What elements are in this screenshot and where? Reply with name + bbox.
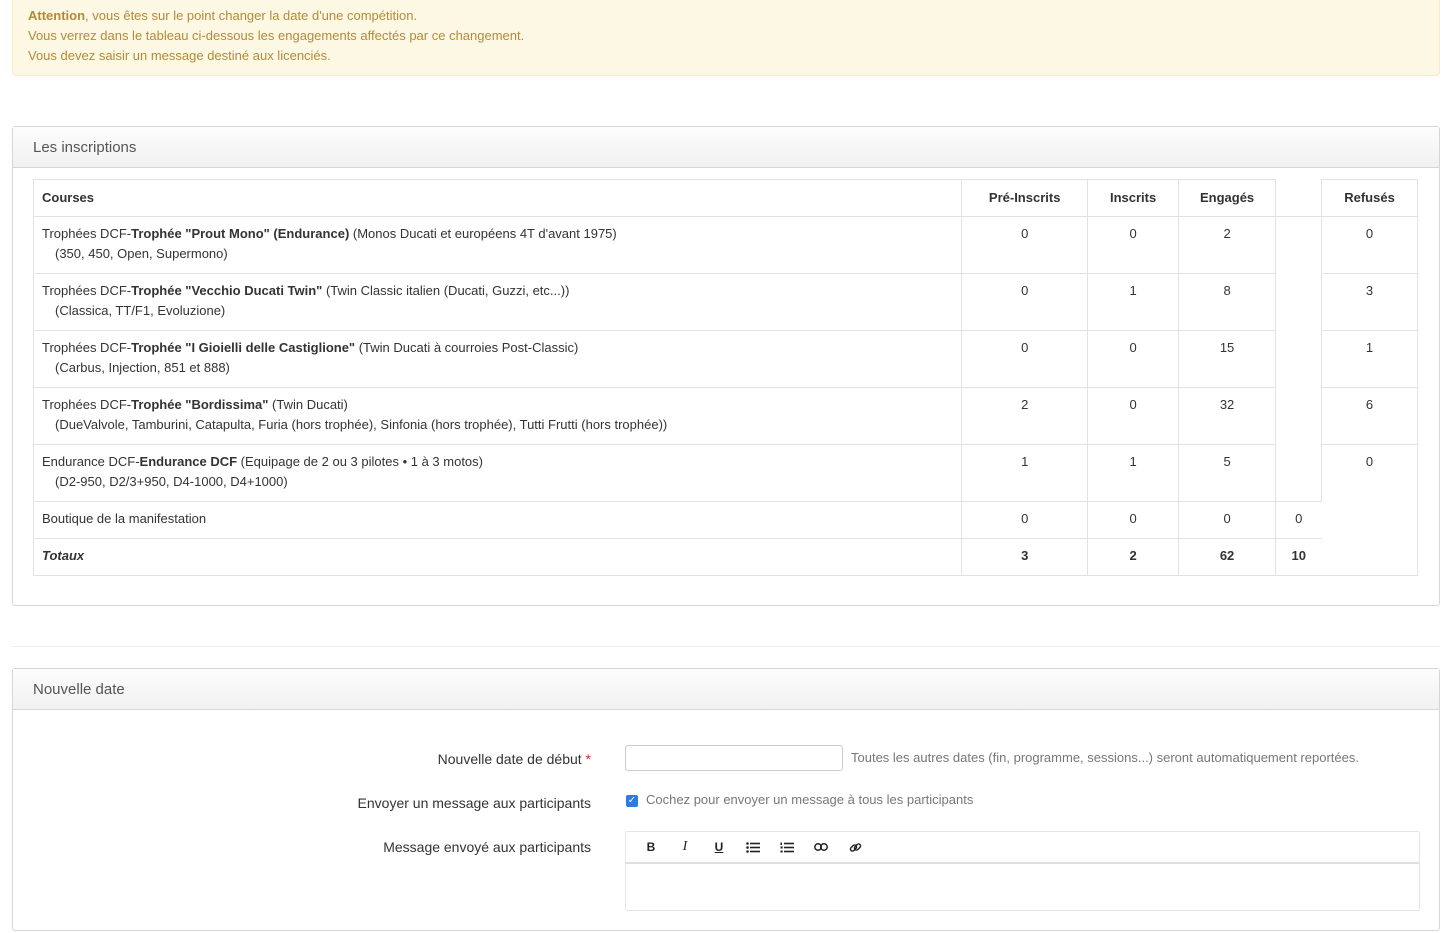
total-engages: 62 <box>1178 538 1277 576</box>
inscrits-cell: 0 <box>1087 501 1180 539</box>
course-cell: Trophées DCF-Trophée "Vecchio Ducati Twi… <box>32 273 963 331</box>
course-cell: Trophées DCF-Trophée "Prout Mono" (Endur… <box>32 216 963 274</box>
required-mark: * <box>585 751 591 767</box>
engages-cell: 0 <box>1178 501 1277 539</box>
table-row: Trophées DCF-Trophée "I Gioielli delle C… <box>32 330 1418 388</box>
engages-cell: 8 <box>1178 273 1277 331</box>
blank-cell <box>1275 330 1323 388</box>
engages-cell: 32 <box>1178 387 1277 445</box>
pre-inscrits-cell: 0 <box>961 330 1089 388</box>
italic-button[interactable]: I <box>668 834 702 860</box>
course-cell: Boutique de la manifestation <box>32 501 963 539</box>
link-icon[interactable] <box>804 834 838 860</box>
inscrits-cell: 1 <box>1087 444 1180 502</box>
inscriptions-panel-title: Les inscriptions <box>13 127 1439 168</box>
refuses-cell: 0 <box>1321 444 1418 502</box>
pre-inscrits-cell: 1 <box>961 444 1089 502</box>
message-editor-body[interactable] <box>626 864 1419 910</box>
alert-line-1: Attention, vous êtes sur le point change… <box>28 8 418 23</box>
bullet-list-icon[interactable] <box>736 834 770 860</box>
engages-cell: 15 <box>1178 330 1277 388</box>
bold-button[interactable]: B <box>634 834 668 860</box>
table-row: Trophées DCF-Trophée "Bordissima" (Twin … <box>32 387 1418 445</box>
inscrits-cell: 0 <box>1087 330 1180 388</box>
totaux-label: Totaux <box>32 538 963 576</box>
section-divider <box>12 646 1440 647</box>
pre-inscrits-cell: 0 <box>961 501 1089 539</box>
total-inscrits: 2 <box>1087 538 1180 576</box>
numbered-list-icon[interactable] <box>770 834 804 860</box>
table-row: Endurance DCF-Endurance DCF (Equipage de… <box>32 444 1418 502</box>
start-date-input[interactable] <box>625 745 843 771</box>
table-row: Trophées DCF-Trophée "Vecchio Ducati Twi… <box>32 273 1418 331</box>
engages-cell: 2 <box>1178 216 1277 274</box>
inscriptions-panel: Les inscriptions Courses Pré-Inscrits In… <box>12 126 1440 606</box>
refuses-cell: 3 <box>1321 273 1418 331</box>
total-extra: 10 <box>1275 538 1322 576</box>
inscrits-cell: 1 <box>1087 273 1180 331</box>
refuses-cell: 6 <box>1321 387 1418 445</box>
alert-line-2: Vous verrez dans le tableau ci-dessous l… <box>28 28 525 43</box>
col-header-inscrits[interactable]: Inscrits <box>1087 179 1180 217</box>
col-header-refuses[interactable]: Refusés <box>1321 179 1418 217</box>
engages-cell: 5 <box>1178 444 1277 502</box>
table-row-boutique: Boutique de la manifestation 0 0 0 0 <box>32 501 1418 539</box>
refuses-cell: 1 <box>1321 330 1418 388</box>
inscrits-cell: 0 <box>1087 216 1180 274</box>
inscriptions-table: Courses Pré-Inscrits Inscrits Engagés Re… <box>32 179 1418 576</box>
col-header-blank <box>1275 179 1322 217</box>
underline-button[interactable]: U <box>702 834 736 860</box>
send-message-checkbox[interactable]: ✓ <box>626 795 638 807</box>
course-cell: Trophées DCF-Trophée "Bordissima" (Twin … <box>32 387 963 445</box>
col-header-courses[interactable]: Courses <box>32 179 963 217</box>
unlink-icon[interactable] <box>838 834 872 860</box>
course-cell: Trophées DCF-Trophée "I Gioielli delle C… <box>32 330 963 388</box>
pre-inscrits-cell: 0 <box>961 216 1089 274</box>
editor-toolbar: B I U <box>626 832 1419 864</box>
col-header-engages[interactable]: Engagés <box>1178 179 1277 217</box>
blank-cell <box>1275 216 1323 274</box>
table-header-row: Courses Pré-Inscrits Inscrits Engagés Re… <box>32 179 1418 217</box>
inscrits-cell: 0 <box>1087 387 1180 445</box>
pre-inscrits-cell: 2 <box>961 387 1089 445</box>
table-row: Trophées DCF-Trophée "Prout Mono" (Endur… <box>32 216 1418 274</box>
col-header-pre-inscrits[interactable]: Pré-Inscrits <box>961 179 1089 217</box>
extra-cell: 0 <box>1275 501 1322 539</box>
date-help-text: Toutes les autres dates (fin, programme,… <box>851 750 1359 765</box>
blank-cell <box>1275 387 1323 445</box>
pre-inscrits-cell: 0 <box>961 273 1089 331</box>
date-label: Nouvelle date de début * <box>437 751 591 767</box>
alert-line-3: Vous devez saisir un message destiné aux… <box>28 48 331 63</box>
warning-alert: Attention, vous êtes sur le point change… <box>12 0 1440 76</box>
send-message-help: Cochez pour envoyer un message à tous le… <box>646 792 974 807</box>
course-cell: Endurance DCF-Endurance DCF (Equipage de… <box>32 444 963 502</box>
blank-cell <box>1275 273 1323 331</box>
refuses-cell: 0 <box>1321 216 1418 274</box>
nouvelle-date-panel: Nouvelle date Nouvelle date de début * T… <box>12 668 1440 931</box>
empty-cell <box>1321 538 1418 576</box>
blank-cell <box>1275 444 1323 502</box>
nouvelle-date-panel-title: Nouvelle date <box>13 669 1439 710</box>
send-message-label: Envoyer un message aux participants <box>357 795 591 811</box>
message-editor: B I U <box>625 831 1420 911</box>
message-label: Message envoyé aux participants <box>383 839 591 855</box>
total-pre-inscrits: 3 <box>961 538 1089 576</box>
table-row-totaux: Totaux 3 2 62 10 <box>32 538 1418 576</box>
alert-strong: Attention <box>28 8 86 23</box>
empty-cell <box>1321 501 1418 539</box>
